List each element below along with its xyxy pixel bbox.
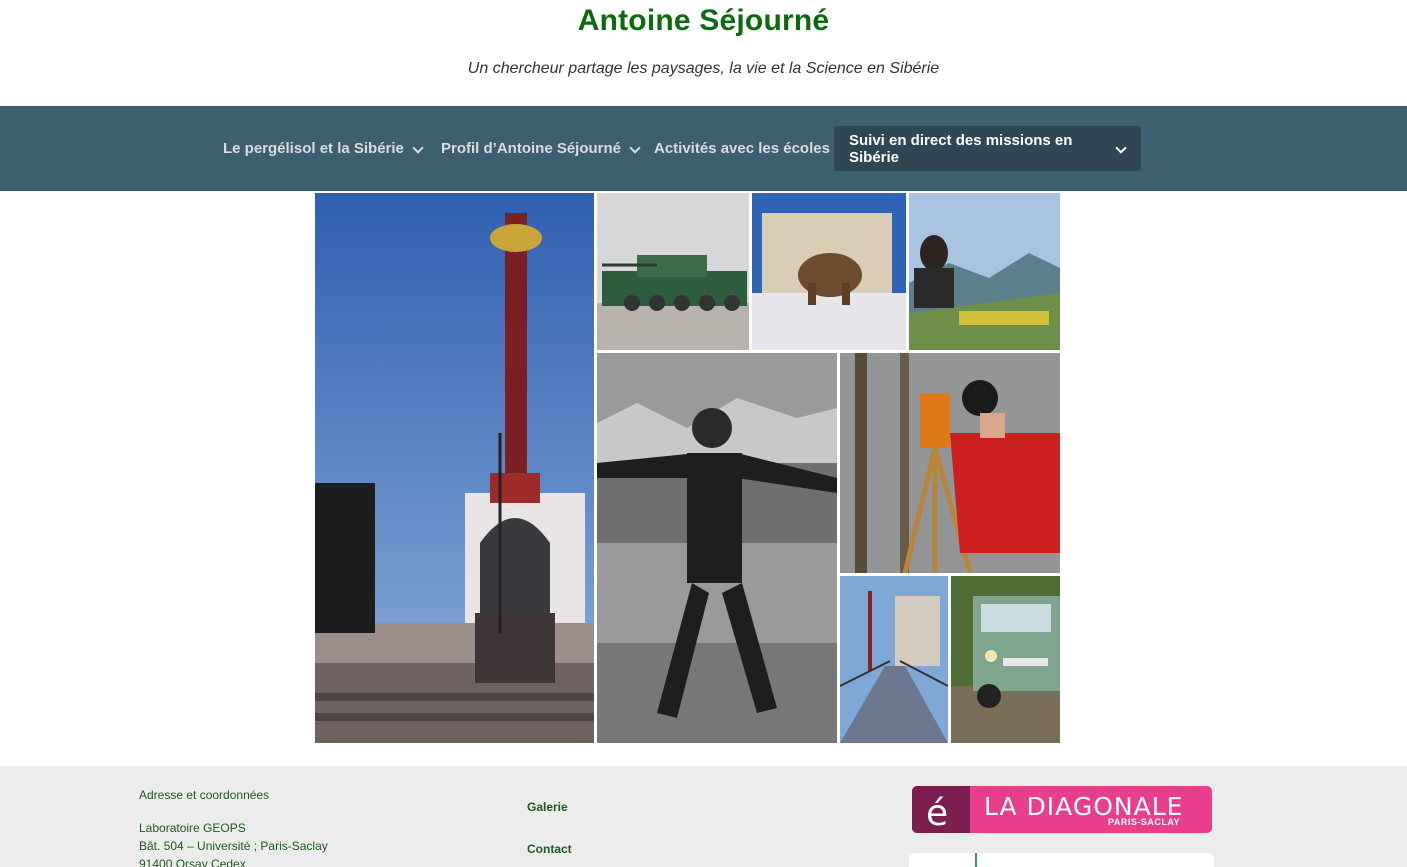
partner-logo-mark xyxy=(975,853,977,867)
site-header: Antoine Séjourné Un chercheur partage le… xyxy=(0,0,1407,106)
photo-surveyor-theodolite[interactable] xyxy=(840,353,1060,573)
nav-item-ecoles[interactable]: Activités avec les écoles xyxy=(639,126,845,171)
logo-mark: é xyxy=(912,786,970,833)
nav-item-label: Le pergélisol et la Sibérie xyxy=(223,140,404,157)
nav-item-label: Suivi en direct des missions en Sibérie xyxy=(849,131,1073,166)
site-tagline: Un chercheur partage les paysages, la vi… xyxy=(467,60,940,77)
main-nav: Le pergélisol et la Sibérie Profil d’Ant… xyxy=(0,106,1407,191)
nav-item-label: Activités avec les écoles xyxy=(654,140,830,157)
address-line: 91400 Orsay Cedex xyxy=(139,857,246,867)
photo-green-van[interactable] xyxy=(951,576,1060,743)
photo-gallery xyxy=(0,191,1407,766)
nav-item-profil[interactable]: Profil d’Antoine Séjourné xyxy=(426,126,656,171)
photo-monument-column[interactable] xyxy=(315,193,594,743)
footer-link-galerie[interactable]: Galerie xyxy=(527,800,568,814)
footer-link-contact[interactable]: Contact xyxy=(527,842,572,856)
address-line: Bât. 504 – Université ; Paris-Saclay xyxy=(139,839,328,853)
nav-item-missions[interactable]: Suivi en direct des missions en Sibérie xyxy=(834,126,1141,171)
logo-mark-letter: é xyxy=(926,793,949,833)
site-footer: Adresse et coordonnées Laboratoire GEOPS… xyxy=(0,766,1407,867)
chevron-down-icon xyxy=(1115,143,1126,155)
logo-subtext: PARIS-SACLAY xyxy=(1108,817,1181,827)
photo-mammoth-statue[interactable] xyxy=(752,193,906,350)
partner-logo[interactable] xyxy=(909,853,1214,867)
address-line: Laboratoire GEOPS xyxy=(139,821,246,835)
site-title[interactable]: Antoine Séjourné xyxy=(0,4,1407,38)
photo-mountain-laptop[interactable] xyxy=(909,193,1060,350)
photo-portrait-mountains[interactable] xyxy=(597,353,837,743)
nav-item-label: Profil d’Antoine Séjourné xyxy=(441,140,622,157)
address-heading: Adresse et coordonnées xyxy=(139,788,270,802)
chevron-down-icon xyxy=(412,143,424,155)
photo-footbridge[interactable] xyxy=(840,576,948,743)
la-diagonale-logo[interactable]: é LA DIAGONALE PARIS-SACLAY xyxy=(912,786,1212,833)
nav-item-pergelisol[interactable]: Le pergélisol et la Sibérie xyxy=(208,126,439,171)
photo-tank[interactable] xyxy=(597,193,749,350)
